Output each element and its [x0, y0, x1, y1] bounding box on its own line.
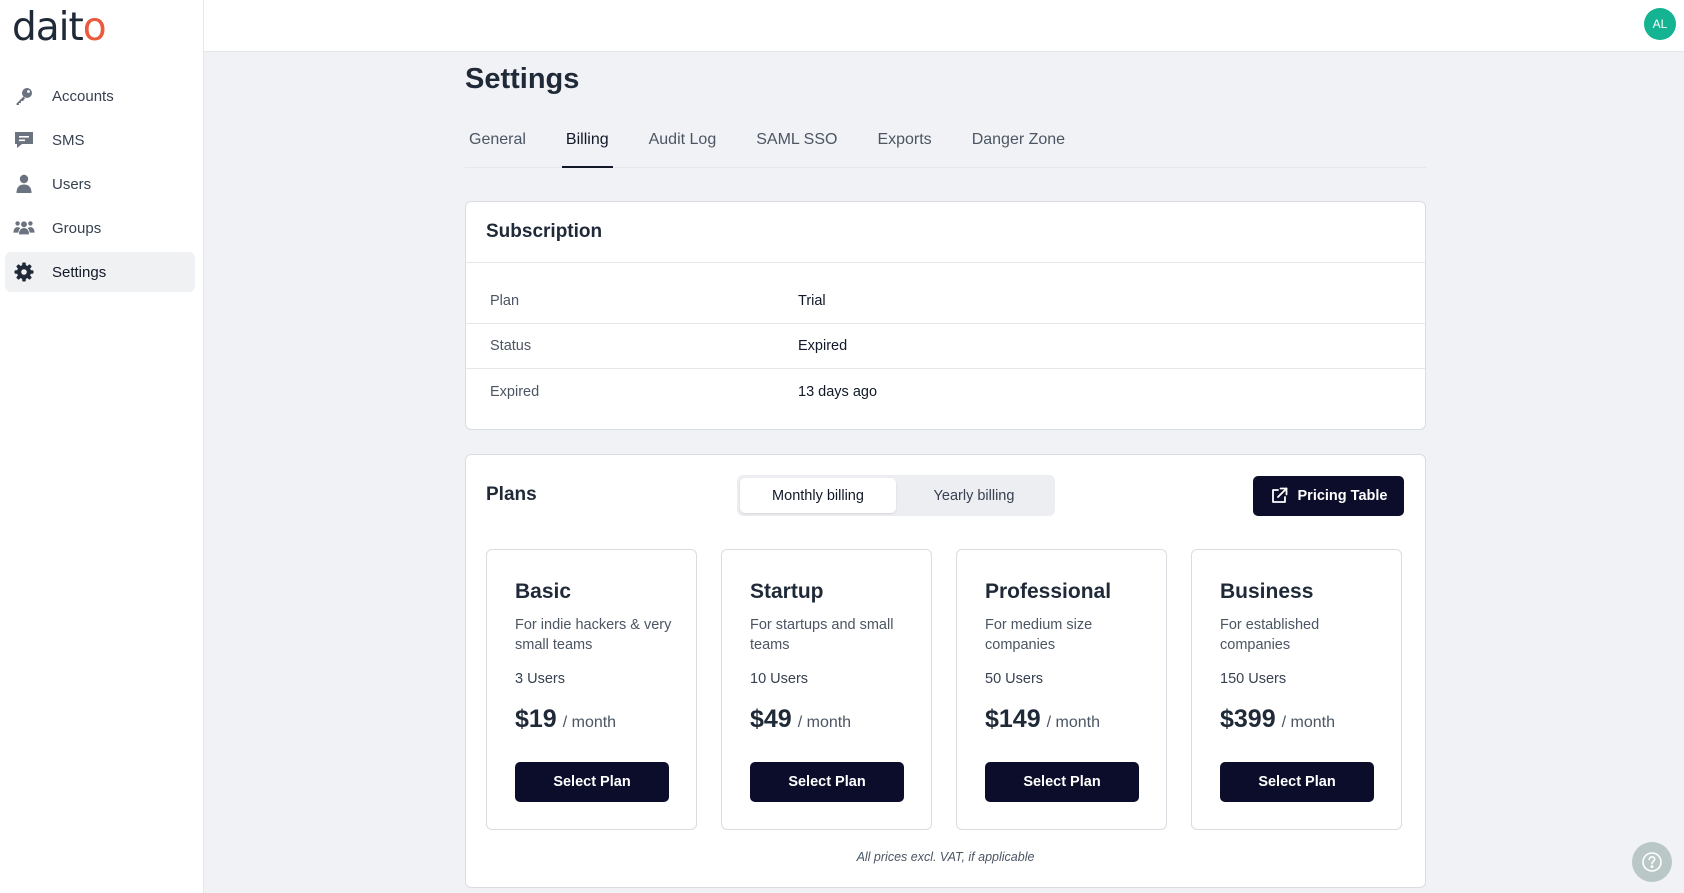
subscription-row-plan: Plan Trial — [466, 279, 1425, 324]
plan-card-business: Business For established companies 150 U… — [1191, 549, 1402, 830]
price-period: / month — [1281, 714, 1335, 731]
plan-card-basic: Basic For indie hackers & very small tea… — [486, 549, 697, 830]
price-period: / month — [797, 714, 852, 731]
avatar[interactable]: AL — [1644, 8, 1676, 40]
sidebar-item-label: SMS — [52, 131, 85, 149]
sidebar-item-sms[interactable]: SMS — [5, 120, 195, 160]
plan-grid: Basic For indie hackers & very small tea… — [486, 549, 1402, 830]
daito-logo[interactable]: daito — [12, 5, 107, 50]
row-value: Expired — [798, 338, 848, 354]
sidebar-nav: Accounts SMS Users Groups Settings — [5, 76, 195, 296]
tab-audit-log[interactable]: Audit Log — [645, 122, 721, 168]
plan-price: $399 / month — [1220, 705, 1401, 734]
plan-price: $149 / month — [985, 705, 1166, 734]
tab-saml-sso[interactable]: SAML SSO — [752, 122, 841, 168]
users-group-icon — [13, 217, 35, 239]
subscription-card: Subscription Plan Trial Status Expired E… — [465, 201, 1426, 430]
gear-icon — [13, 261, 35, 283]
price-amount: $49 — [750, 705, 792, 733]
sidebar: daito Accounts SMS Users Groups Settings — [0, 0, 204, 893]
price-amount: $19 — [515, 705, 557, 733]
plan-description: For indie hackers & very small teams — [515, 617, 672, 653]
plan-users: 10 Users — [750, 671, 809, 687]
select-plan-button[interactable]: Select Plan — [515, 762, 669, 802]
plans-card: Plans Monthly billing Yearly billing Pri… — [465, 454, 1426, 888]
plan-name: Professional — [985, 580, 1112, 603]
plan-name: Basic — [515, 580, 572, 603]
row-label: Plan — [490, 293, 520, 309]
select-plan-button[interactable]: Select Plan — [750, 762, 904, 802]
plan-price: $19 / month — [515, 705, 696, 734]
subscription-header: Subscription — [466, 202, 1425, 263]
plan-name: Business — [1220, 580, 1314, 603]
yearly-billing-button[interactable]: Yearly billing — [896, 478, 1052, 513]
sidebar-item-label: Settings — [52, 263, 107, 281]
subscription-details: Plan Trial Status Expired Expired 13 day… — [466, 263, 1425, 414]
row-value: Trial — [798, 293, 826, 309]
plan-name: Startup — [750, 580, 824, 603]
sidebar-item-users[interactable]: Users — [5, 164, 195, 204]
row-label: Status — [490, 338, 532, 354]
message-icon — [13, 129, 35, 151]
tab-danger-zone[interactable]: Danger Zone — [968, 122, 1069, 168]
select-plan-button[interactable]: Select Plan — [985, 762, 1139, 802]
plans-title: Plans — [486, 484, 537, 505]
subscription-title: Subscription — [486, 221, 603, 242]
price-period: / month — [562, 714, 617, 731]
settings-tabs: General Billing Audit Log SAML SSO Expor… — [465, 122, 1426, 168]
top-bar: AL — [204, 0, 1684, 52]
plan-card-startup: Startup For startups and small teams 10 … — [721, 549, 932, 830]
pricing-table-button[interactable]: Pricing Table — [1253, 476, 1404, 516]
help-button[interactable] — [1632, 842, 1672, 882]
plan-description: For startups and small teams — [750, 617, 894, 653]
subscription-row-expired: Expired 13 days ago — [466, 369, 1425, 414]
plan-description: For medium size companies — [985, 617, 1093, 653]
tab-exports[interactable]: Exports — [873, 122, 935, 168]
sidebar-item-settings[interactable]: Settings — [5, 252, 195, 292]
vat-footnote: All prices excl. VAT, if applicable — [856, 850, 1035, 864]
monthly-billing-button[interactable]: Monthly billing — [740, 478, 896, 513]
settings-content: Settings General Billing Audit Log SAML … — [465, 52, 1426, 888]
page-title: Settings — [465, 63, 580, 95]
price-amount: $399 — [1220, 705, 1276, 733]
subscription-row-status: Status Expired — [466, 324, 1425, 369]
tab-billing[interactable]: Billing — [561, 122, 613, 168]
plan-users: 3 Users — [515, 671, 565, 687]
sidebar-item-groups[interactable]: Groups — [5, 208, 195, 248]
row-value: 13 days ago — [798, 383, 878, 400]
select-plan-button[interactable]: Select Plan — [1220, 762, 1374, 802]
user-icon — [13, 173, 35, 195]
external-link-icon — [1271, 487, 1287, 503]
plan-price: $49 / month — [750, 705, 931, 734]
key-icon — [13, 85, 35, 107]
billing-period-toggle: Monthly billing Yearly billing — [737, 475, 1055, 516]
sidebar-item-label: Groups — [52, 219, 102, 237]
plan-users: 150 Users — [1220, 671, 1287, 687]
price-amount: $149 — [985, 705, 1041, 733]
plan-description: For established companies — [1220, 617, 1320, 653]
plan-users: 50 Users — [985, 671, 1044, 687]
logo-text: dait — [12, 5, 84, 50]
price-period: / month — [1046, 714, 1100, 731]
sidebar-item-accounts[interactable]: Accounts — [5, 76, 195, 116]
logo-accent-letter: o — [82, 5, 107, 50]
question-icon — [1642, 852, 1662, 872]
sidebar-item-label: Accounts — [52, 87, 114, 105]
plan-card-professional: Professional For medium size companies 5… — [956, 549, 1167, 830]
pricing-table-label: Pricing Table — [1297, 488, 1388, 504]
sidebar-item-label: Users — [52, 175, 92, 193]
tab-general[interactable]: General — [465, 122, 530, 168]
row-label: Expired — [490, 383, 540, 400]
